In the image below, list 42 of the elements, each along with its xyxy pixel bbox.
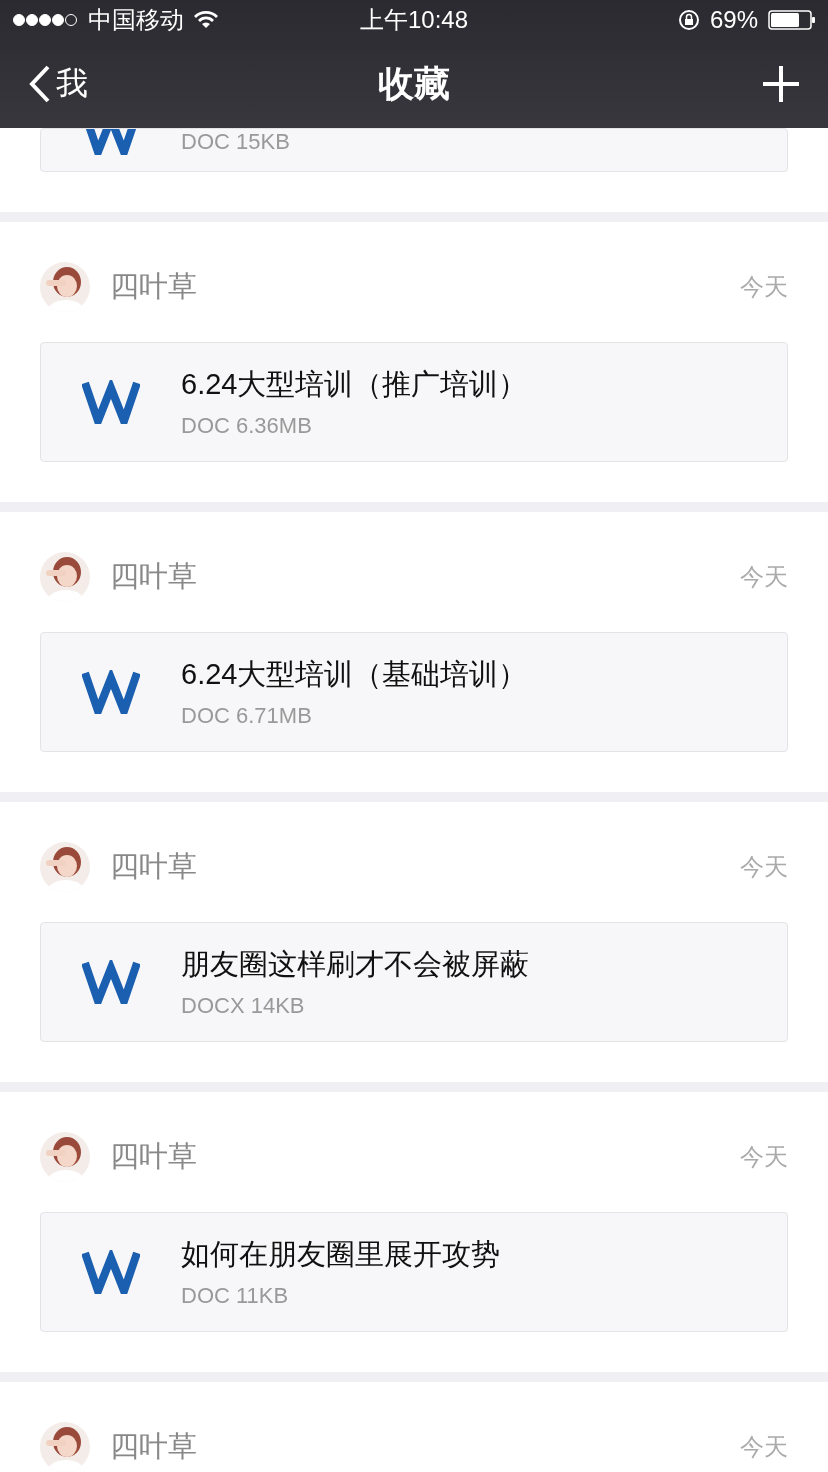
saved-time: 今天 xyxy=(740,562,788,592)
author-name: 四叶草 xyxy=(110,849,198,884)
carrier-name: 中国移动 xyxy=(88,5,184,35)
back-button[interactable]: 我 xyxy=(28,62,88,106)
author-name: 四叶草 xyxy=(110,269,198,304)
rotation-lock-icon xyxy=(677,9,700,31)
file-card[interactable]: 如何在朋友圈里展开攻势 DOC 11KB xyxy=(40,1212,788,1332)
file-size: DOC 6.36MB xyxy=(181,413,313,439)
file-card[interactable]: 6.24大型培训（推广培训） DOC 6.36MB xyxy=(40,342,788,462)
file-title: 如何在朋友圈里展开攻势 xyxy=(181,1237,500,1272)
wifi-icon xyxy=(194,11,218,29)
file-title: 朋友圈这样刷才不会被屏蔽 xyxy=(181,947,529,982)
file-size: DOC 6.71MB xyxy=(181,703,313,729)
clock-time: 上午10:48 xyxy=(359,5,469,35)
file-size: DOCX 14KB xyxy=(181,993,306,1019)
avatar-icon xyxy=(40,552,90,602)
author-name: 四叶草 xyxy=(110,1429,198,1464)
avatar-icon xyxy=(40,1132,90,1182)
saved-time: 今天 xyxy=(740,1432,788,1462)
author-name: 四叶草 xyxy=(110,1139,198,1174)
avatar-icon xyxy=(40,262,90,312)
word-icon xyxy=(82,670,140,714)
signal-icon xyxy=(12,13,78,27)
saved-time: 今天 xyxy=(740,272,788,302)
battery-icon xyxy=(768,10,816,30)
file-card[interactable]: 朋友圈这样刷才不会被屏蔽 DOCX 14KB xyxy=(40,922,788,1042)
file-title: 6.24大型培训（推广培训） xyxy=(181,367,528,402)
word-icon xyxy=(82,1250,140,1294)
battery-percent: 69% xyxy=(709,6,758,34)
saved-time: 今天 xyxy=(740,1142,788,1172)
word-icon xyxy=(82,960,140,1004)
word-icon xyxy=(82,380,140,424)
add-icon[interactable] xyxy=(762,65,800,103)
file-card[interactable]: 6.24大型培训（基础培训） DOC 6.71MB xyxy=(40,632,788,752)
file-title: 6.24大型培训（基础培训） xyxy=(181,657,528,692)
back-icon xyxy=(28,64,52,104)
avatar-icon xyxy=(40,842,90,892)
saved-time: 今天 xyxy=(740,852,788,882)
file-size: DOC 11KB xyxy=(181,1283,290,1309)
file-size: DOC 15KB xyxy=(181,129,290,155)
page-title: 收藏 xyxy=(378,61,450,106)
author-name: 四叶草 xyxy=(110,559,198,594)
